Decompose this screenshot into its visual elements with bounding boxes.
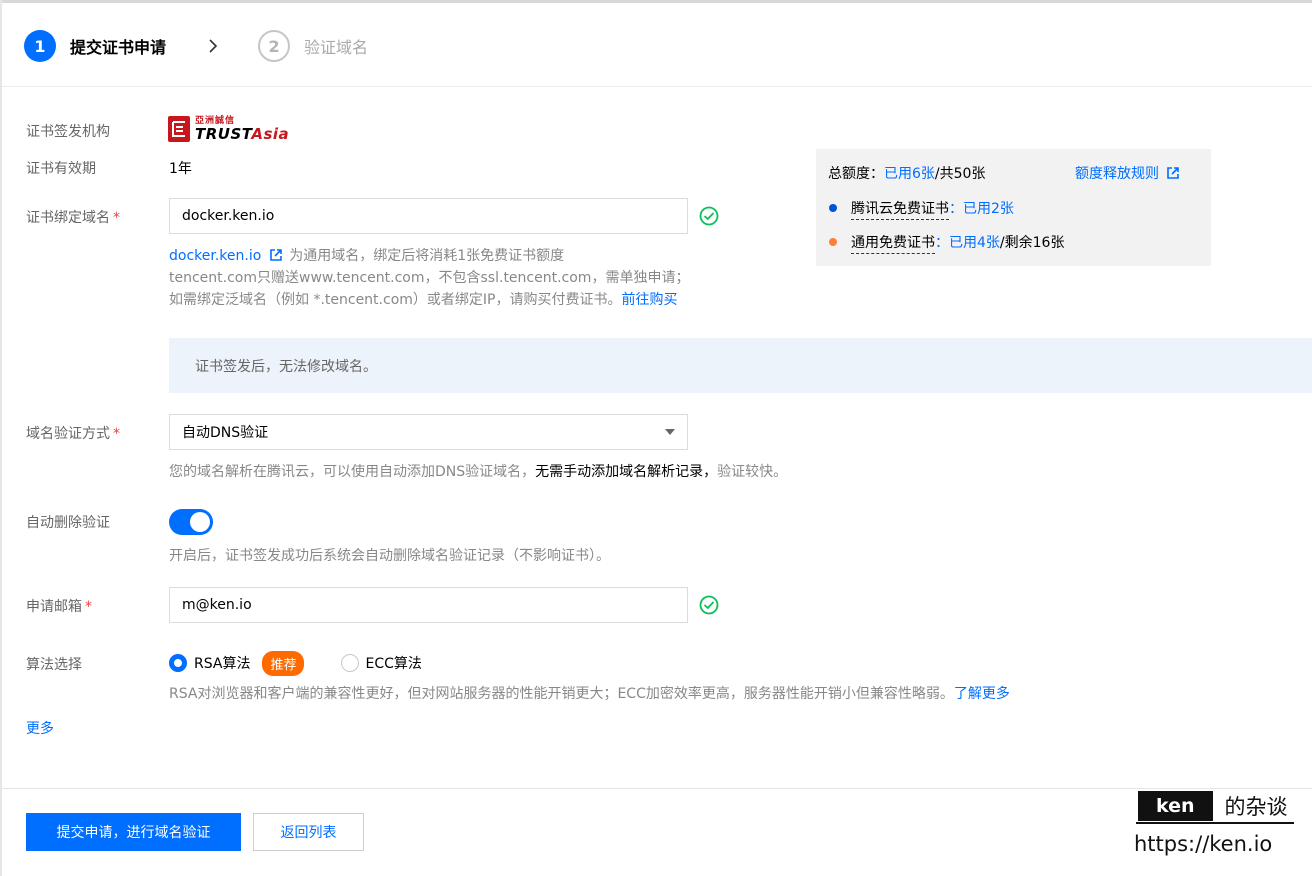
domain-lock-notice: 证书签发后，无法修改域名。 <box>169 338 1312 393</box>
verify-method-select[interactable]: 自动DNS验证 <box>169 414 688 450</box>
watermark-underline <box>1136 822 1294 824</box>
auto-delete-toggle[interactable] <box>169 509 213 535</box>
watermark-box: ken <box>1138 791 1213 821</box>
orange-dot-icon <box>829 238 837 246</box>
step-2-number: 2 <box>258 30 291 62</box>
check-circle-icon <box>699 206 719 226</box>
ecc-radio[interactable] <box>341 654 360 672</box>
more-link[interactable]: 更多 <box>26 718 54 738</box>
watermark: ken 的杂谈 <box>1138 791 1288 821</box>
step-1-number: 1 <box>24 30 56 62</box>
chevron-right-icon <box>206 39 220 53</box>
step-2-label: 验证域名 <box>304 38 369 57</box>
domain-hint-line3: 如需绑定泛域名（例如 *.tencent.com）或者绑定IP，请购买付费证书。… <box>169 292 678 308</box>
footer-divider <box>2 788 1312 789</box>
verify-method-hint: 您的域名解析在腾讯云，可以使用自动添加DNS验证域名，无需手动添加域名解析记录，… <box>169 464 788 480</box>
validity-label: 证书有效期 <box>26 161 96 177</box>
back-to-list-button[interactable]: 返回列表 <box>253 813 364 851</box>
issuer-label: 证书签发机构 <box>26 124 110 140</box>
watermark-text: 的杂谈 <box>1224 795 1288 819</box>
validity-value: 1年 <box>169 161 192 177</box>
logo-en-text: TRUSTAsia <box>195 124 290 143</box>
domain-hint-line1: docker.ken.io 为通用域名，绑定后将消耗1张免费证书额度 <box>169 248 565 264</box>
domain-hint-link[interactable]: docker.ken.io <box>169 248 261 264</box>
ecc-radio-label[interactable]: ECC算法 <box>365 653 421 673</box>
toggle-knob <box>190 512 210 532</box>
header-divider <box>2 86 1312 87</box>
domain-label: 证书绑定域名 * <box>26 210 120 226</box>
recommend-badge: 推荐 <box>262 650 305 676</box>
email-input[interactable]: m@ken.io <box>169 587 688 623</box>
caret-down-icon <box>665 429 675 435</box>
quota-panel: 总额度：已用6张/共50张 额度释放规则 腾讯云免费证书：已用2张 通用免费证书… <box>816 149 1211 266</box>
algorithm-label: 算法选择 <box>26 657 82 673</box>
email-label: 申请邮箱 * <box>26 599 92 615</box>
quota-item-tencent: 腾讯云免费证书：已用2张 <box>829 198 1014 220</box>
verify-method-value: 自动DNS验证 <box>182 425 269 441</box>
quota-rules-link[interactable]: 额度释放规则 <box>1075 163 1180 183</box>
top-border <box>0 0 1312 3</box>
blue-dot-icon <box>829 204 837 212</box>
algorithm-radio-group: RSA算法 推荐 ECC算法 <box>169 650 422 676</box>
quota-item-general: 通用免费证书：已用4张/剩余16张 <box>829 232 1064 254</box>
buy-link[interactable]: 前往购买 <box>621 292 677 308</box>
external-link-icon[interactable] <box>1167 167 1180 179</box>
trustasia-logo: 亞洲誠信 TRUSTAsia <box>168 116 289 142</box>
left-border <box>0 0 2 876</box>
auto-delete-hint: 开启后，证书签发成功后系统会自动删除域名验证记录（不影响证书）。 <box>169 548 610 564</box>
trustasia-logo-icon <box>168 116 190 142</box>
rsa-radio[interactable] <box>169 654 187 672</box>
learn-more-link[interactable]: 了解更多 <box>954 686 1010 702</box>
algorithm-hint: RSA对浏览器和客户端的兼容性更好，但对网站服务器的性能开销更大；ECC加密效率… <box>169 686 1010 702</box>
rsa-radio-label[interactable]: RSA算法 <box>194 653 250 673</box>
quota-total: 总额度：已用6张/共50张 <box>828 166 986 182</box>
auto-delete-label: 自动删除验证 <box>26 515 110 531</box>
domain-input[interactable]: docker.ken.io <box>169 198 688 234</box>
submit-button[interactable]: 提交申请，进行域名验证 <box>26 813 241 851</box>
watermark-url: https://ken.io <box>1134 832 1273 856</box>
step-1-label: 提交证书申请 <box>70 38 167 57</box>
check-circle-icon <box>699 595 719 615</box>
domain-hint-line2: tencent.com只赠送www.tencent.com，不包含ssl.ten… <box>169 270 690 286</box>
stepper: 1 提交证书申请 2 验证域名 <box>24 28 368 64</box>
external-link-icon[interactable] <box>269 249 282 261</box>
verify-method-label: 域名验证方式 * <box>26 426 120 442</box>
